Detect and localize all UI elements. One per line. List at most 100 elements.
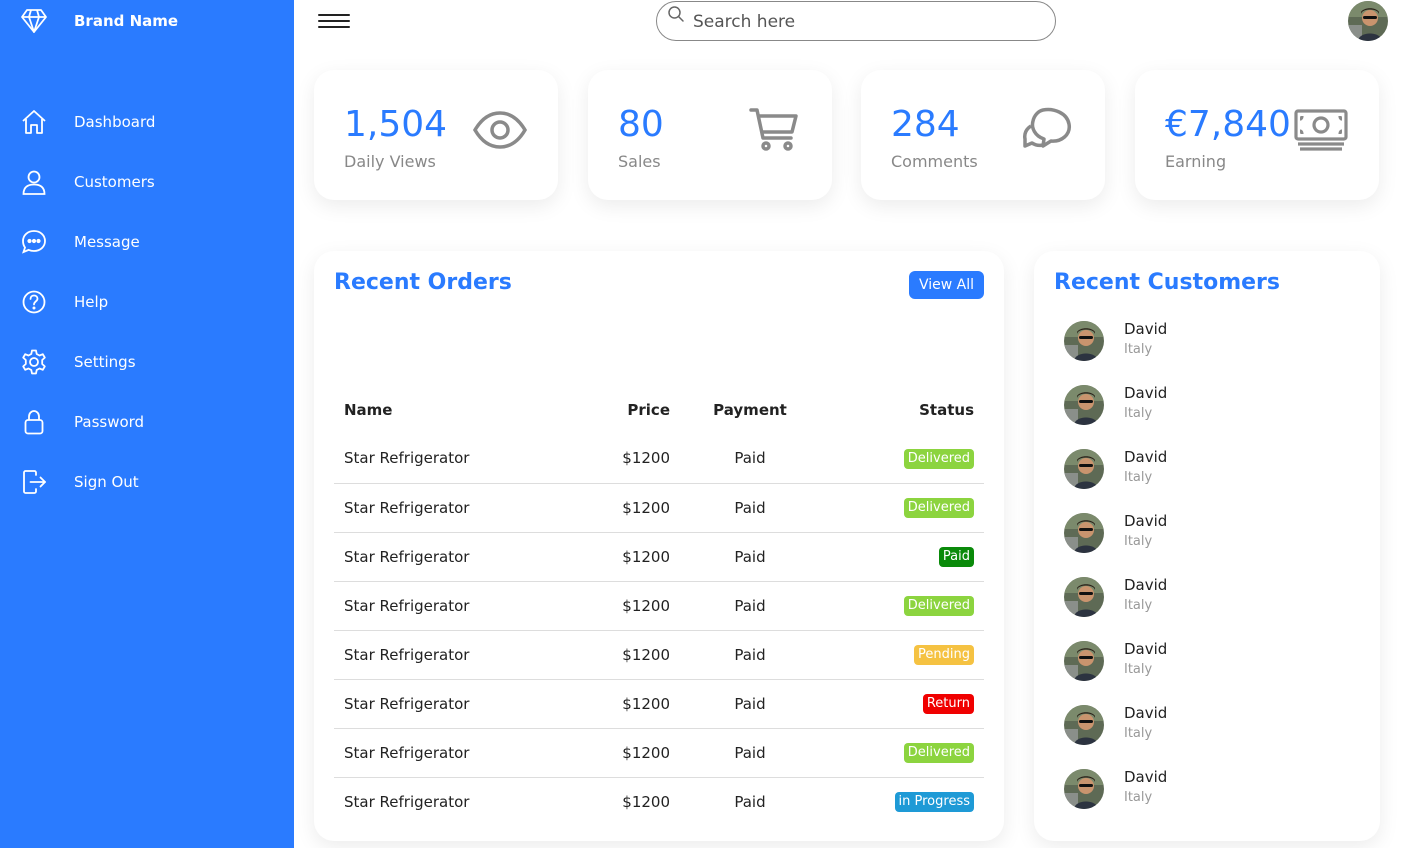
sign-out-icon [20, 468, 48, 496]
list-item[interactable]: David Italy [1064, 317, 1354, 381]
order-price: $1200 [574, 630, 670, 680]
list-item[interactable]: David Italy [1064, 445, 1354, 509]
sidebar-item-help[interactable]: Help [0, 272, 294, 332]
stat-value: 1,504 [344, 104, 448, 145]
stat-card-earning[interactable]: €7,840 Earning [1135, 70, 1379, 200]
order-name: Star Refrigerator [334, 483, 574, 533]
customer-name: David [1124, 576, 1168, 594]
customer-name: David [1124, 768, 1168, 786]
stat-value: €7,840 [1165, 104, 1291, 145]
chat-icon [20, 228, 48, 256]
column-header-payment: Payment [713, 401, 787, 419]
table-row[interactable]: Star Refrigerator $1200 Paid Delivered [334, 483, 984, 533]
menu-toggle-button[interactable] [318, 10, 350, 34]
column-header-name: Name [344, 401, 393, 419]
home-icon [20, 108, 48, 136]
table-header-row: Name Price Payment Status [334, 386, 984, 434]
status-badge: Delivered [903, 448, 974, 469]
search-icon [667, 5, 685, 23]
stat-label: Daily Views [344, 152, 436, 171]
customer-name: David [1124, 320, 1168, 338]
stat-label: Earning [1165, 152, 1227, 171]
customer-country: Italy [1124, 662, 1153, 677]
order-payment: Paid [734, 792, 766, 811]
avatar [1064, 641, 1104, 681]
order-price: $1200 [574, 532, 670, 582]
customer-country: Italy [1124, 470, 1153, 485]
comments-icon [1019, 106, 1075, 154]
sidebar-item-label: Password [74, 413, 145, 431]
status-badge: Return [922, 694, 974, 714]
recent-customers-title: Recent Customers [1054, 270, 1280, 295]
stat-label: Sales [618, 152, 661, 171]
sidebar-item-label: Message [74, 233, 140, 251]
stat-label: Comments [891, 152, 978, 171]
list-item[interactable]: David Italy [1064, 637, 1354, 701]
orders-table: Name Price Payment Status Star Refrigera… [334, 386, 984, 826]
view-all-button[interactable]: View All [908, 271, 984, 299]
table-row[interactable]: Star Refrigerator $1200 Paid Delivered [334, 581, 984, 631]
search-input[interactable] [693, 8, 1033, 36]
status-badge: Delivered [903, 596, 974, 616]
table-row[interactable]: Star Refrigerator $1200 Paid Paid [334, 532, 984, 582]
customer-country: Italy [1124, 406, 1153, 421]
table-row[interactable]: Star Refrigerator $1200 Paid Delivered [334, 728, 984, 778]
sidebar-item-dashboard[interactable]: Dashboard [0, 92, 294, 152]
customer-name: David [1124, 384, 1168, 402]
avatar [1064, 769, 1104, 809]
order-payment: Paid [670, 581, 830, 631]
person-icon [20, 168, 48, 196]
table-row[interactable]: Star Refrigerator $1200 Paid Return [334, 679, 984, 729]
sidebar-item-customers[interactable]: Customers [0, 152, 294, 212]
avatar [1064, 385, 1104, 425]
order-name: Star Refrigerator [334, 728, 574, 778]
column-header-status: Status [919, 401, 974, 419]
hamburger-line [318, 14, 350, 16]
sidebar-item-label: Dashboard [74, 113, 156, 131]
user-avatar[interactable] [1348, 1, 1388, 41]
customer-list: David Italy David Italy David Italy Davi… [1064, 317, 1354, 829]
list-item[interactable]: David Italy [1064, 701, 1354, 765]
sidebar-item-label: Customers [74, 173, 155, 191]
customer-name: David [1124, 640, 1168, 658]
list-item[interactable]: David Italy [1064, 765, 1354, 829]
order-name: Star Refrigerator [334, 532, 574, 582]
status-badge: in Progress [894, 792, 974, 813]
stat-value: 80 [618, 104, 664, 145]
order-payment: Paid [670, 728, 830, 778]
money-icon [1293, 106, 1349, 154]
column-header-price: Price [627, 401, 670, 419]
customer-name: David [1124, 448, 1168, 466]
order-price: $1200 [622, 792, 670, 811]
sidebar-item-label: Sign Out [74, 473, 139, 491]
stat-card-sales[interactable]: 80 Sales [588, 70, 832, 200]
status-badge: Paid [938, 547, 974, 567]
brand[interactable]: Brand Name [20, 6, 178, 36]
sidebar-item-sign-out[interactable]: Sign Out [0, 452, 294, 512]
recent-orders-title: Recent Orders [334, 270, 512, 295]
table-row[interactable]: Star Refrigerator $1200 Paid Delivered [334, 434, 984, 484]
help-icon [20, 288, 48, 316]
customer-country: Italy [1124, 598, 1153, 613]
table-row[interactable]: Star Refrigerator $1200 Paid Pending [334, 630, 984, 680]
sidebar-item-label: Settings [74, 353, 136, 371]
customer-name: David [1124, 512, 1168, 530]
stat-card-comments[interactable]: 284 Comments [861, 70, 1105, 200]
avatar [1064, 513, 1104, 553]
sidebar-item-message[interactable]: Message [0, 212, 294, 272]
table-row[interactable]: Star Refrigerator $1200 Paid in Progress [334, 777, 984, 826]
order-name: Star Refrigerator [334, 434, 574, 484]
sidebar-item-password[interactable]: Password [0, 392, 294, 452]
stat-card-daily-views[interactable]: 1,504 Daily Views [314, 70, 558, 200]
sidebar-item-settings[interactable]: Settings [0, 332, 294, 392]
list-item[interactable]: David Italy [1064, 509, 1354, 573]
customer-country: Italy [1124, 790, 1153, 805]
sidebar-nav: Dashboard Customers Message Help Setting… [0, 92, 294, 512]
stat-value: 284 [891, 104, 960, 145]
list-item[interactable]: David Italy [1064, 573, 1354, 637]
order-payment: Paid [670, 434, 830, 484]
recent-orders-panel: Recent Orders View All Name Price Paymen… [314, 251, 1004, 841]
customer-country: Italy [1124, 534, 1153, 549]
gear-icon [20, 348, 48, 376]
list-item[interactable]: David Italy [1064, 381, 1354, 445]
